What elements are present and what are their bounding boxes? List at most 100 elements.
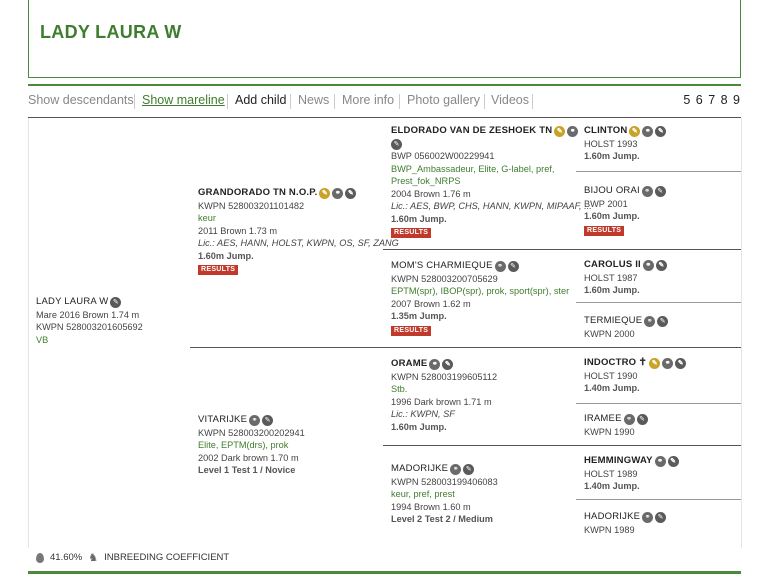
edit-icon[interactable]: ✎ [110,296,122,308]
ancestor-indoctro: INDOCTRO ✝ ✎ ⚭ ✎ HOLST 1990 1.40m Jump. [584,357,687,395]
group-icon[interactable]: ⚭ [662,357,674,369]
horse-name[interactable]: VITARIJKE [198,414,247,427]
nav-separator [290,94,291,109]
nav-add-child[interactable]: Add child [235,93,286,107]
horse-pred: keur, pref, prest [391,489,455,499]
horse-reg: KWPN 2000 [584,328,635,339]
edit-icon[interactable]: ✎ [636,413,648,425]
horse-reg: KWPN 1989 [584,524,635,535]
edit-icon[interactable]: ✎ [675,357,687,369]
drop-icon [36,552,44,563]
group-icon[interactable]: ⚭ [641,185,653,197]
group-icon[interactable]: ⚭ [332,187,344,199]
inbreeding-value: 41.60% [50,552,83,563]
horse-name[interactable]: MADORIJKE [391,463,448,476]
nav-more-info[interactable]: More info [342,93,394,107]
horse-name[interactable]: TERMIEQUE [584,315,642,328]
group-icon[interactable]: ⚭ [249,414,261,426]
horse-name[interactable]: INDOCTRO [584,357,636,370]
ancestor-bijou-orai: BIJOU ORAI ⚭ ✎ BWP 2001 1.60m Jump. RESU… [584,185,666,236]
horse-name[interactable]: GRANDORADO TN N.O.P. [198,187,317,200]
nav-separator [134,94,135,109]
results-badge[interactable]: RESULTS [198,265,239,275]
nav-show-descendants[interactable]: Show descendants [28,93,134,107]
edit-icon[interactable]: ✎ [262,414,274,426]
ancestor-clinton: CLINTON ✎ ⚭ ✎ HOLST 1993 1.60m Jump. [584,125,667,163]
nav-show-mareline[interactable]: Show mareline [142,93,225,107]
dam-horse: VITARIJKE ⚭ ✎ KWPN 528003200202941 Elite… [198,414,305,477]
edit-icon[interactable]: ✎ [507,260,519,272]
nav-separator [227,94,228,109]
group-icon[interactable]: ⚭ [623,413,635,425]
horse-perf: 1.40m Jump. [584,383,640,393]
horse-reg: KWPN 1990 [584,426,635,437]
divider [576,171,741,172]
edit-icon[interactable]: ✎ [655,259,667,271]
inbreeding-label: INBREEDING COEFFICIENT [104,552,230,563]
horse-pred: Elite, EPTM(drs), prok [198,440,289,450]
results-badge[interactable]: RESULTS [584,225,625,236]
nav-separator [334,94,335,109]
dam-sire-horse: ORAME ⚭ ✎ KWPN 528003199605112 Stb. 1996… [391,358,497,433]
horse-pred: Stb. [391,384,408,394]
horse-reg: KWPN 528003199406083 [391,476,498,487]
horse-perf: 1.60m Jump. [391,421,447,432]
nav-videos[interactable]: Videos [491,93,529,107]
edit-icon[interactable]: ✎ [463,463,475,475]
results-badge[interactable]: RESULTS [391,325,432,336]
horse-name[interactable]: ORAME [391,358,427,371]
ancestor-hemmingway: HEMMINGWAY ⚭ ✎ HOLST 1989 1.40m Jump. [584,455,679,493]
edit-icon[interactable]: ✎ [655,511,667,523]
group-icon[interactable]: ⚭ [567,125,579,137]
horse-name[interactable]: BIJOU ORAI [584,185,640,198]
horse-info: 2004 Brown 1.76 m [391,188,471,199]
horse-perf: 1.40m Jump. [584,481,640,491]
ancestor-carolus-ii: CAROLUS II ⚭ ✎ HOLST 1987 1.60m Jump. [584,259,667,297]
horse-name[interactable]: HEMMINGWAY [584,455,653,468]
group-icon[interactable]: ⚭ [644,315,656,327]
group-icon[interactable]: ⚭ [642,259,654,271]
group-icon[interactable]: ⚭ [429,358,441,370]
ancestor-iramee: IRAMEE ⚭ ✎ KWPN 1990 [584,413,648,438]
edit-icon[interactable]: ✎ [345,187,357,199]
pagination[interactable]: 5 6 7 8 9 [683,93,741,107]
edit-icon[interactable]: ✎ [655,125,667,137]
horse-name[interactable]: HADORIJKE [584,511,640,524]
nav-separator [532,94,533,109]
horse-pred: Prest_fok_NRPS [391,176,461,186]
edit-icon[interactable]: ✎ [442,358,454,370]
divider [190,347,741,348]
group-icon[interactable]: ⚭ [642,511,654,523]
horse-name[interactable]: IRAMEE [584,413,622,426]
group-icon[interactable]: ⚭ [642,125,654,137]
ancestor-hadorijke: HADORIJKE ⚭ ✎ KWPN 1989 [584,511,667,536]
divider [576,499,741,500]
medal-icon: ✎ [319,187,331,199]
horse-reg: KWPN 528003200202941 [198,427,305,438]
horse-name[interactable]: CAROLUS II [584,259,641,272]
sire-horse: GRANDORADO TN N.O.P. ✎ ⚭ ✎ KWPN 52800320… [198,187,399,275]
horse-name[interactable]: CLINTON [584,125,627,138]
horse-pred: BWP_Ambassadeur, Elite, G-label, pref, [391,163,555,174]
divider [741,118,742,548]
horse-perf: 1.60m Jump. [198,250,254,261]
horse-reg: BWP 056002W00229941 [391,151,495,161]
edit-icon[interactable]: ✎ [667,455,679,467]
deceased-cross-icon: ✝ [638,357,648,369]
horse-name[interactable]: LADY LAURA W [36,296,108,309]
nav-news[interactable]: News [298,93,329,107]
nav-photo-gallery[interactable]: Photo gallery [407,93,480,107]
group-icon[interactable]: ⚭ [654,455,666,467]
results-badge[interactable]: RESULTS [391,228,432,238]
group-icon[interactable]: ⚭ [494,260,506,272]
nav-separator [399,94,400,109]
group-icon[interactable]: ⚭ [450,463,462,475]
edit-icon[interactable]: ✎ [654,185,666,197]
edit-icon[interactable]: ✎ [391,138,402,150]
edit-icon[interactable]: ✎ [657,315,669,327]
horse-name[interactable]: ELDORADO VAN DE ZESHOEK TN [391,125,552,138]
page-title: LADY LAURA W [40,22,182,42]
divider [28,84,741,86]
horse-name[interactable]: MOM'S CHARMIEQUE [391,260,493,273]
ancestor-termieque: TERMIEQUE ⚭ ✎ KWPN 2000 [584,315,669,340]
